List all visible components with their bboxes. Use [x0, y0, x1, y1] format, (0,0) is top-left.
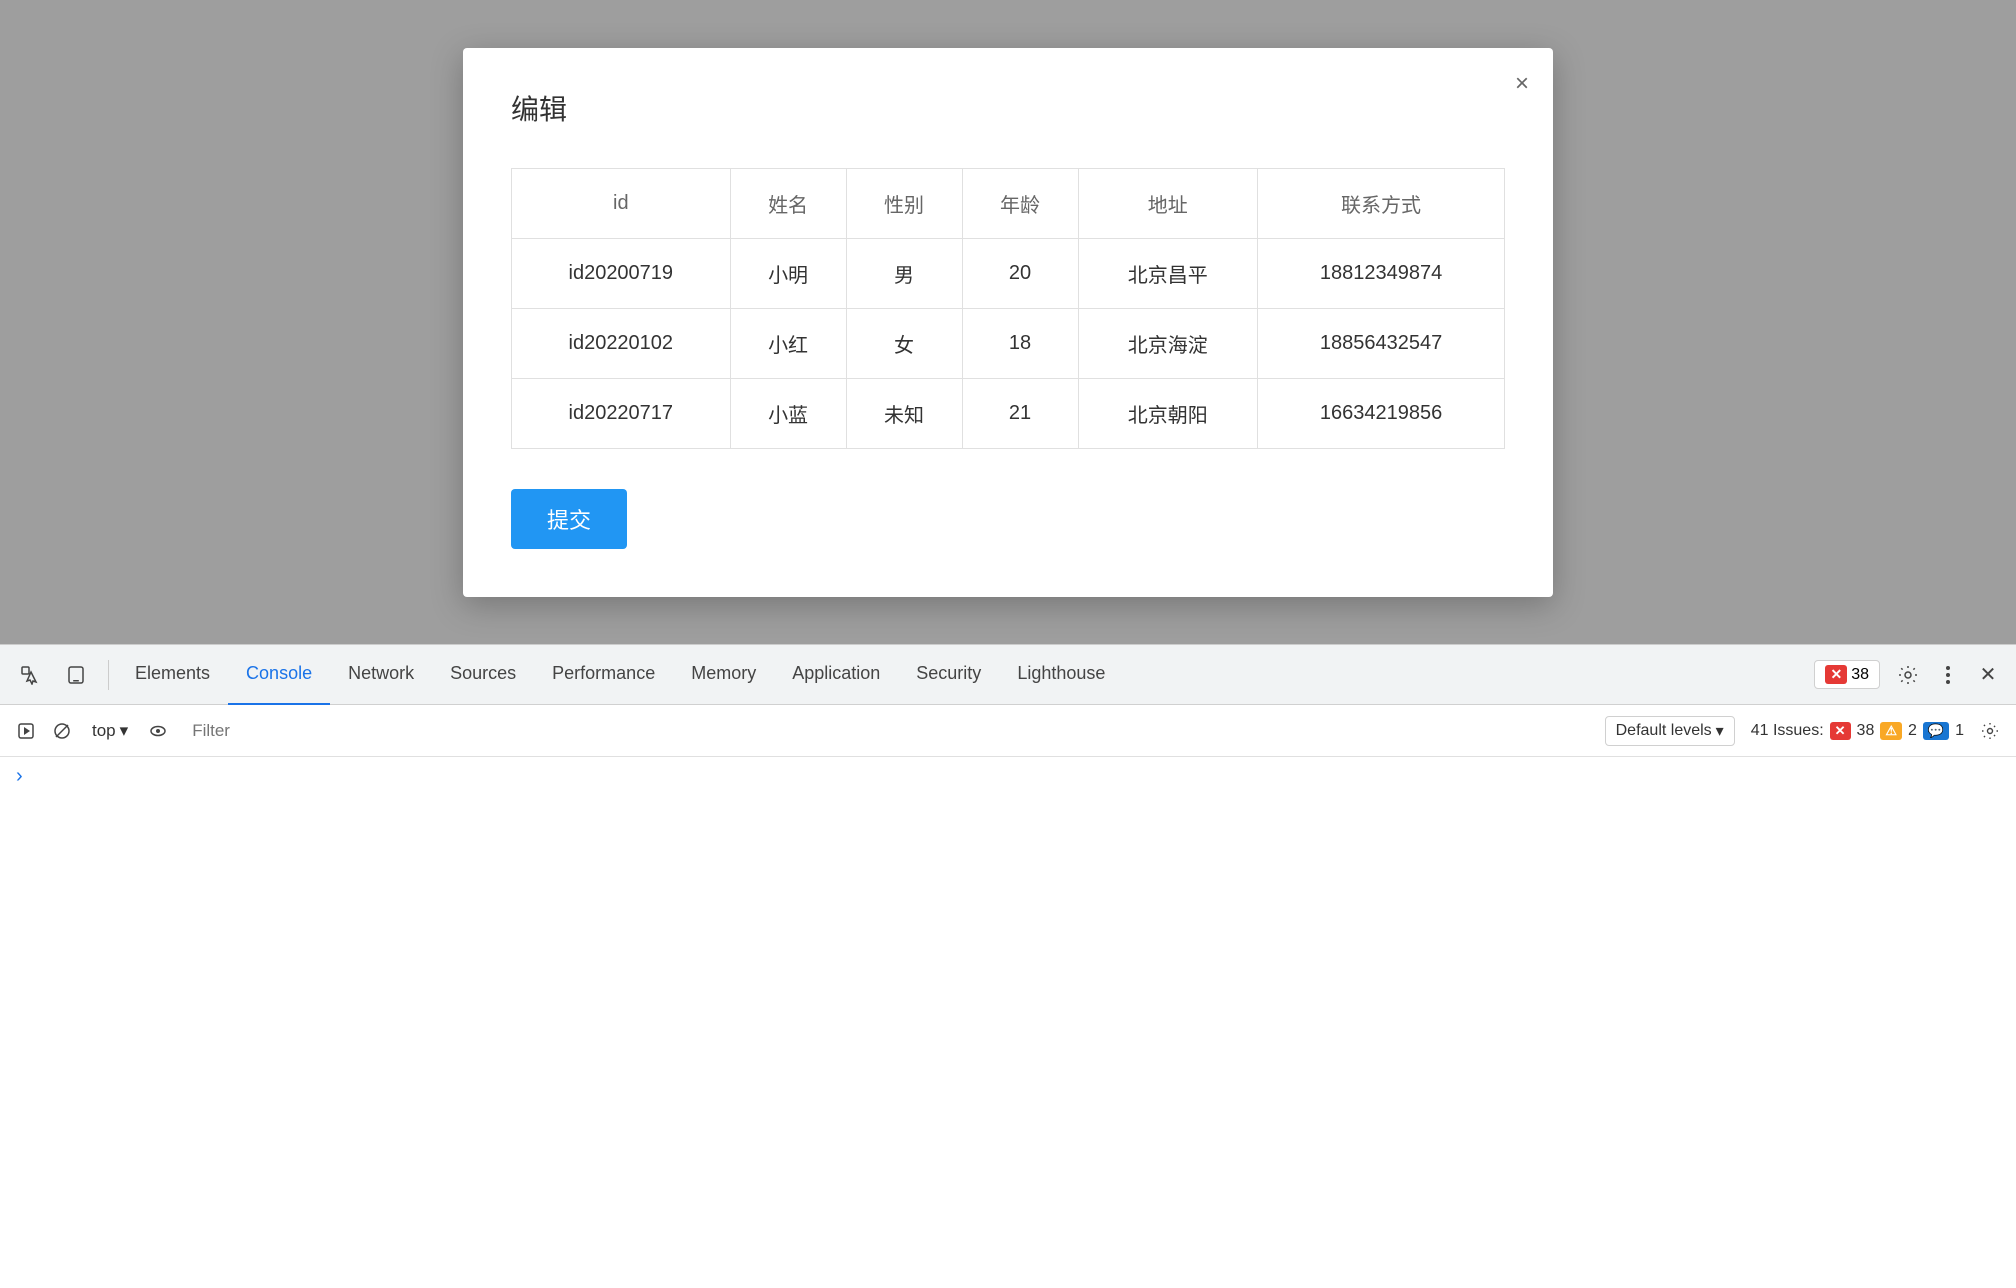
table-cell: 未知 [846, 378, 962, 448]
col-header-gender: 性别 [846, 168, 962, 238]
context-label: top [92, 721, 116, 741]
gear-icon [1898, 665, 1918, 685]
issue-info-badge: 💬 [1923, 722, 1949, 740]
table-cell: 18856432547 [1258, 308, 1505, 378]
tab-separator [108, 660, 109, 690]
chevron-down-icon: ▾ [120, 721, 129, 741]
issue-error-count: 38 [1857, 722, 1875, 740]
context-selector[interactable]: top ▾ [84, 717, 136, 745]
col-header-age: 年龄 [962, 168, 1078, 238]
table-cell: 小蓝 [730, 378, 846, 448]
play-icon [17, 722, 35, 740]
default-levels-label: Default levels [1616, 722, 1712, 740]
table-cell: 16634219856 [1258, 378, 1505, 448]
submit-button[interactable]: 提交 [511, 489, 627, 549]
modal-close-button[interactable]: × [1515, 72, 1529, 96]
console-content: › [0, 757, 2016, 1288]
table-cell: 18 [962, 308, 1078, 378]
live-expressions-button[interactable] [140, 713, 176, 749]
chevron-down-icon-levels: ▾ [1716, 721, 1724, 741]
issue-info-count: 1 [1955, 722, 1964, 740]
table-cell: 21 [962, 378, 1078, 448]
table-cell: 小明 [730, 238, 846, 308]
col-header-id: id [512, 168, 731, 238]
table-cell: 男 [846, 238, 962, 308]
default-levels-button[interactable]: Default levels ▾ [1605, 716, 1735, 746]
table-cell: id20220717 [512, 378, 731, 448]
table-cell: id20200719 [512, 238, 731, 308]
clear-button[interactable] [44, 713, 80, 749]
col-header-contact: 联系方式 [1258, 168, 1505, 238]
device-toolbar-button[interactable] [54, 653, 98, 697]
table-cell: 北京昌平 [1078, 238, 1258, 308]
table-row: id20220102小红女18北京海淀18856432547 [512, 308, 1505, 378]
col-header-name: 姓名 [730, 168, 846, 238]
issue-error-badge: ✕ [1830, 722, 1851, 740]
inspector-icon-button[interactable] [8, 653, 52, 697]
table-cell: id20220102 [512, 308, 731, 378]
more-options-button[interactable] [1928, 655, 1968, 695]
issue-warn-count: 2 [1908, 722, 1917, 740]
table-row: id20200719小明男20北京昌平18812349874 [512, 238, 1505, 308]
gear-icon-small [1981, 722, 1999, 740]
issue-warn-badge: ⚠ [1880, 722, 1902, 740]
device-icon [66, 665, 86, 685]
issues-count-label: 41 Issues: [1751, 722, 1824, 740]
filter-input[interactable] [184, 717, 1596, 745]
issues-error-count: 38 [1851, 666, 1869, 684]
tab-lighthouse[interactable]: Lighthouse [999, 645, 1123, 705]
more-icon [1946, 666, 1950, 684]
tab-console[interactable]: Console [228, 645, 330, 705]
devtools-tab-bar: Elements Console Network Sources Perform… [0, 645, 2016, 705]
tab-memory[interactable]: Memory [673, 645, 774, 705]
data-table: id 姓名 性别 年龄 地址 联系方式 id20200719小明男20北京昌平1… [511, 168, 1505, 449]
eye-icon [149, 722, 167, 740]
inspect-icon [20, 665, 40, 685]
modal-title: 编辑 [511, 88, 1505, 128]
settings-button[interactable] [1888, 655, 1928, 695]
run-button[interactable] [8, 713, 44, 749]
console-toolbar: top ▾ Default levels ▾ 41 Issues: ✕ 38 ⚠… [0, 705, 2016, 757]
modal-dialog: 编辑 × id 姓名 性别 年龄 地址 联系方式 id20200719小明男20… [463, 48, 1553, 597]
issues-error-icon: ✕ [1825, 665, 1847, 684]
tab-network[interactable]: Network [330, 645, 432, 705]
table-cell: 小红 [730, 308, 846, 378]
tab-security[interactable]: Security [898, 645, 999, 705]
issues-badge[interactable]: ✕ 38 [1814, 660, 1880, 689]
table-cell: 女 [846, 308, 962, 378]
tab-sources[interactable]: Sources [432, 645, 534, 705]
table-cell: 北京海淀 [1078, 308, 1258, 378]
console-expand-arrow[interactable]: › [16, 765, 23, 787]
block-icon [53, 722, 71, 740]
table-cell: 18812349874 [1258, 238, 1505, 308]
devtools-panel: Elements Console Network Sources Perform… [0, 644, 2016, 1288]
tab-application[interactable]: Application [774, 645, 898, 705]
col-header-address: 地址 [1078, 168, 1258, 238]
table-row: id20220717小蓝未知21北京朝阳16634219856 [512, 378, 1505, 448]
browser-page: 编辑 × id 姓名 性别 年龄 地址 联系方式 id20200719小明男20… [0, 0, 2016, 644]
issues-count-bar: 41 Issues: ✕ 38 ⚠ 2 💬 1 [1751, 722, 1964, 740]
tab-elements[interactable]: Elements [117, 645, 228, 705]
tab-performance[interactable]: Performance [534, 645, 673, 705]
table-cell: 20 [962, 238, 1078, 308]
close-devtools-button[interactable]: ✕ [1968, 655, 2008, 695]
console-settings-button[interactable] [1972, 713, 2008, 749]
table-cell: 北京朝阳 [1078, 378, 1258, 448]
table-header-row: id 姓名 性别 年龄 地址 联系方式 [512, 168, 1505, 238]
